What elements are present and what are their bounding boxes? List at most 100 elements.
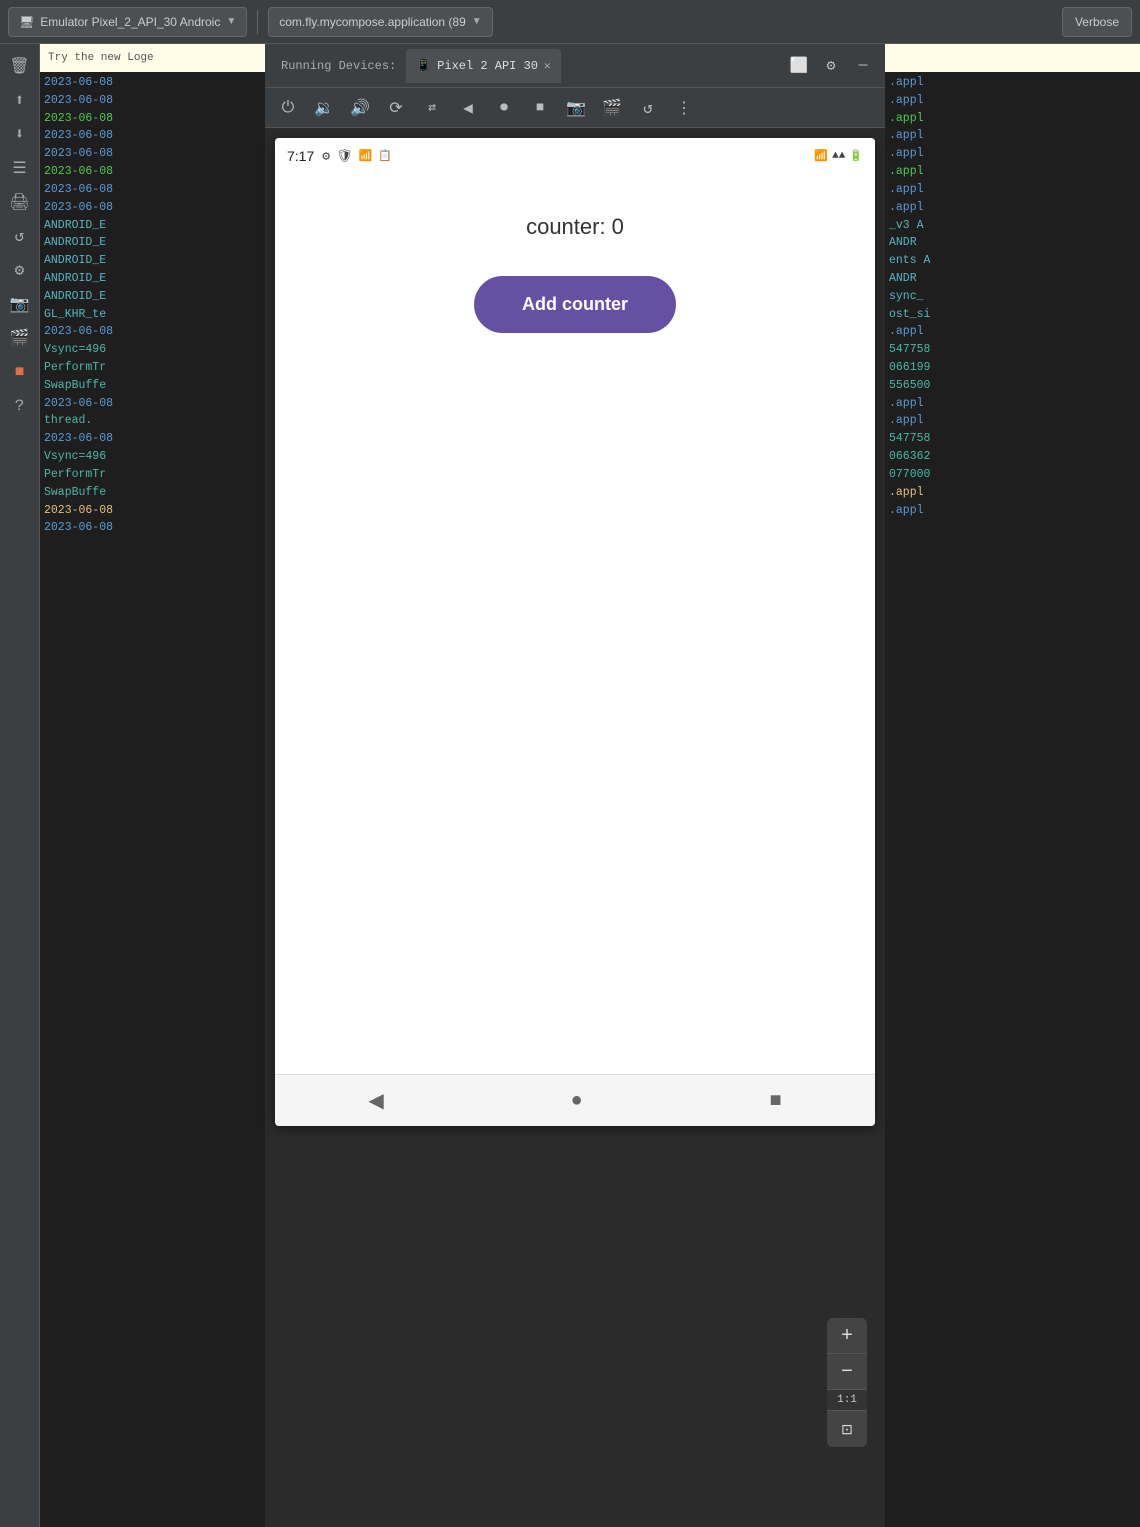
left-log-line: 2023-06-08 [44,92,261,110]
right-log-line: .appl [889,484,1136,502]
right-log-line: 077000 [889,466,1136,484]
right-log-line: 556500 [889,377,1136,395]
sidebar-pull-icon[interactable]: ⬇ [4,118,36,150]
left-log-line: GL_KHR_te [44,306,261,324]
left-log-line: ANDROID_E [44,288,261,306]
shield-status-icon: 🛡 [336,149,353,164]
left-log-line: ANDROID_E [44,270,261,288]
phone-status-icons: ⚙ 🛡 📶 📋 [322,149,392,164]
volume-down-icon[interactable]: 🔉 [309,93,339,123]
left-log-line: Vsync=496 [44,448,261,466]
close-tab-icon[interactable]: ✕ [544,59,551,73]
left-log-line: 2023-06-08 [44,127,261,145]
sidebar-settings-icon[interactable]: ⚙ [4,254,36,286]
back-nav-icon[interactable]: ◀ [453,93,483,123]
sidebar-list-icon[interactable]: ☰ [4,152,36,184]
phone-screen: 7:17 ⚙ 🛡 📶 📋 📶 ▲▲ 🔋 counter: [275,138,875,1126]
video-ec-icon[interactable]: 🎬 [597,93,627,123]
zoom-in-button[interactable]: + [827,1318,867,1354]
wifi-icon: 📶 [814,149,828,163]
log-content: 2023-06-082023-06-082023-06-082023-06-08… [40,72,265,539]
sidebar-refresh-icon[interactable]: ↺ [4,220,36,252]
right-log-panel: .appl.appl.appl.appl.appl.appl.appl.appl… [885,44,1140,1527]
right-log-line: sync_ [889,288,1136,306]
log-try-bar: Try the new Loge [40,44,265,72]
volume-up-icon[interactable]: 🔊 [345,93,375,123]
phone-back-button[interactable]: ◀ [348,1080,403,1121]
right-log-line: .appl [889,127,1136,145]
signal-icon: ▲▲ [832,150,845,162]
emulator-selector[interactable]: 🖥 Emulator Pixel_2_API_30 Androic ▼ [8,7,247,37]
right-log-line: 547758 [889,341,1136,359]
right-log-line: .appl [889,412,1136,430]
emulator-panel: Running Devices: 📱 Pixel 2 API 30 ✕ ⬜ ⚙ … [265,44,885,1527]
sidebar-question-icon[interactable]: ? [4,390,36,422]
left-log-line: 2023-06-08 [44,519,261,537]
device-toolbar: Running Devices: 📱 Pixel 2 API 30 ✕ ⬜ ⚙ … [265,44,885,88]
phone-recent-button[interactable]: ■ [749,1081,801,1120]
sim-status-icon: 📋 [378,149,392,163]
stop-icon[interactable]: ⏹ [525,93,555,123]
top-bar: 🖥 Emulator Pixel_2_API_30 Androic ▼ com.… [0,0,1140,44]
sidebar-push-icon[interactable]: ⬆ [4,84,36,116]
separator [257,10,258,34]
monitor-icon: 🖥 [19,15,34,29]
right-log-line: ANDR [889,234,1136,252]
app-selector[interactable]: com.fly.mycompose.application (89 ▼ [268,7,492,37]
right-log-line: .appl [889,163,1136,181]
left-log-line: Vsync=496 [44,341,261,359]
right-log-line: .appl [889,181,1136,199]
running-devices-label: Running Devices: [273,59,404,73]
right-log-line: ANDR [889,270,1136,288]
sidebar-video-icon[interactable]: 🎬 [4,322,36,354]
left-log-line: PerformTr [44,466,261,484]
left-log-line: thread. [44,412,261,430]
power-icon[interactable]: ⏻ [273,93,303,123]
settings-icon[interactable]: ⚙ [817,52,845,80]
chevron-down-icon-2: ▼ [472,16,482,27]
left-log-line: 2023-06-08 [44,181,261,199]
right-log-line: .appl [889,145,1136,163]
right-log-bar [885,44,1140,72]
phone-nav-bar: ◀ ● ■ [275,1074,875,1126]
device-tab[interactable]: 📱 Pixel 2 API 30 ✕ [406,49,560,83]
device-toolbar-icons: ⬜ ⚙ — [785,52,877,80]
battery-icon: 🔋 [849,149,863,163]
rotate-icon[interactable]: ⟳ [381,93,411,123]
zoom-out-button[interactable]: − [827,1354,867,1390]
minimize-icon[interactable]: — [849,52,877,80]
window-icon[interactable]: ⬜ [785,52,813,80]
chevron-down-icon: ▼ [226,16,236,27]
settings-status-icon: ⚙ [322,149,330,164]
right-log-content: .appl.appl.appl.appl.appl.appl.appl.appl… [885,72,1140,521]
left-log-line: 2023-06-08 [44,110,261,128]
sidebar-print-icon[interactable]: 🖨 [4,186,36,218]
camera-ec-icon[interactable]: 📷 [561,93,591,123]
left-log-line: 2023-06-08 [44,74,261,92]
sidebar-orange-icon[interactable]: ■ [4,356,36,388]
sidebar-trash-icon[interactable]: 🗑 [4,50,36,82]
more-icon[interactable]: ⋮ [669,93,699,123]
left-log-panel: Try the new Loge 2023-06-082023-06-08202… [40,44,265,1527]
verbose-button[interactable]: Verbose [1062,7,1132,37]
right-log-line: ost_si [889,306,1136,324]
right-log-line: 066362 [889,448,1136,466]
home-nav-icon[interactable]: ⏺ [489,93,519,123]
left-log-line: PerformTr [44,359,261,377]
left-sidebar: 🗑 ⬆ ⬇ ☰ 🖨 ↺ ⚙ 📷 🎬 ■ ? [0,44,40,1527]
sidebar-camera-icon[interactable]: 📷 [4,288,36,320]
right-log-line: .appl [889,110,1136,128]
undo-icon[interactable]: ↺ [633,93,663,123]
phone-status-bar: 7:17 ⚙ 🛡 📶 📋 📶 ▲▲ 🔋 [275,138,875,174]
left-log-line: SwapBuffe [44,377,261,395]
zoom-level-label: 1:1 [827,1390,867,1411]
left-log-line: ANDROID_E [44,252,261,270]
emulator-label: Emulator Pixel_2_API_30 Androic [40,15,220,29]
phone-home-button[interactable]: ● [551,1081,603,1120]
left-log-line: 2023-06-08 [44,430,261,448]
screenshot-rotate-icon[interactable]: ⇄ [417,93,447,123]
emulator-controls: ⏻ 🔉 🔊 ⟳ ⇄ ◀ ⏺ ⏹ 📷 🎬 ↺ ⋮ [265,88,885,128]
left-log-line: 2023-06-08 [44,502,261,520]
add-counter-button[interactable]: Add counter [474,276,676,333]
zoom-fit-button[interactable]: ⊡ [827,1411,867,1447]
